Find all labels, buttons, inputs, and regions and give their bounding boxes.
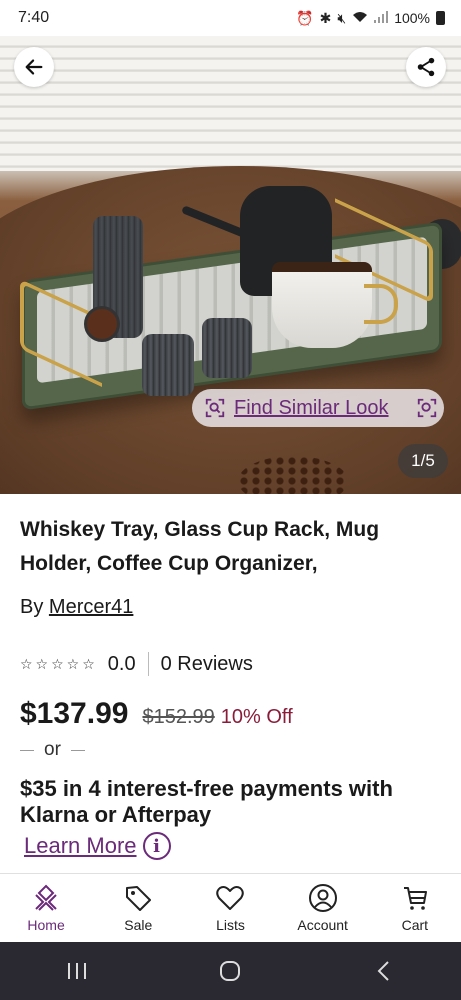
find-similar-label: Find Similar Look — [234, 396, 389, 419]
visual-search-icon — [205, 398, 225, 418]
tab-label: Home — [27, 917, 65, 933]
back-button[interactable] — [14, 47, 54, 87]
tab-label: Sale — [124, 917, 153, 933]
status-bar: 7:40 ⏰ ✱ 🔇︎ 100% — [0, 0, 461, 36]
home-icon — [35, 884, 57, 911]
tab-cart[interactable]: Cart — [369, 883, 461, 933]
home-nav-button[interactable] — [200, 951, 260, 991]
wifi-icon — [352, 10, 368, 26]
learn-more-label[interactable]: Learn More — [24, 833, 137, 859]
tab-account[interactable]: Account — [277, 883, 369, 933]
discount-label: 10% Off — [220, 706, 293, 728]
image-counter: 1/5 — [398, 444, 448, 478]
bottom-tab-bar: Home Sale Lists Account Cart — [0, 873, 461, 942]
or-label: or — [44, 739, 61, 760]
heart-icon — [216, 886, 245, 910]
info-icon[interactable]: i — [142, 832, 171, 860]
tag-icon — [126, 886, 152, 911]
tab-sale[interactable]: Sale — [92, 883, 184, 933]
tab-label: Account — [297, 917, 348, 933]
battery-icon — [436, 11, 445, 25]
rating-value: 0.0 — [107, 652, 136, 675]
visual-search-icon — [417, 398, 437, 418]
account-icon — [308, 884, 337, 912]
share-button[interactable] — [406, 47, 446, 87]
find-similar-look-button[interactable]: Find Similar Look — [192, 389, 444, 427]
bluetooth-icon: ✱ — [319, 9, 332, 26]
arrow-left-icon — [25, 59, 43, 75]
original-price: $152.99 — [142, 706, 215, 728]
status-icons: ⏰ ✱ 🔇︎ 100% — [296, 10, 445, 27]
cup-handle — [364, 284, 398, 324]
product-title: Whiskey Tray, Glass Cup Rack, Mug Holder… — [20, 518, 380, 575]
window-blinds-background — [0, 36, 461, 171]
sale-price: $137.99 — [20, 697, 129, 730]
canister — [202, 318, 252, 378]
status-time: 7:40 — [18, 9, 50, 26]
recent-apps-button[interactable] — [47, 951, 107, 991]
star-rating-icon: ☆☆☆☆☆ — [20, 655, 98, 672]
divider — [20, 749, 34, 751]
cart-icon — [403, 887, 427, 910]
share-icon — [417, 57, 435, 77]
price-row: $137.99 $152.99 10% Off — [20, 697, 293, 731]
coffee-cup — [272, 262, 372, 348]
tab-lists[interactable]: Lists — [184, 883, 276, 933]
rating-row[interactable]: ☆☆☆☆☆ 0.0 0 Reviews — [20, 652, 253, 676]
installment-payments-text: $35 in 4 interest-free payments with Kla… — [20, 776, 393, 827]
canister — [142, 334, 194, 396]
back-nav-button[interactable] — [354, 951, 414, 991]
divider — [147, 652, 149, 676]
by-prefix: By — [20, 596, 44, 618]
grinder-knob — [84, 306, 120, 342]
mute-icon: 🔇︎ — [337, 9, 347, 26]
system-nav-bar — [0, 942, 461, 1000]
alarm-icon: ⏰ — [296, 9, 314, 26]
seller-link[interactable]: Mercer41 — [49, 596, 133, 618]
chevron-left-icon — [377, 961, 389, 981]
tab-home[interactable]: Home — [0, 883, 92, 933]
battery-percent: 100% — [394, 10, 430, 26]
seller-byline: By Mercer41 — [20, 596, 133, 619]
reviews-count[interactable]: 0 Reviews — [161, 653, 253, 676]
signal-icon — [374, 10, 389, 26]
tab-label: Lists — [216, 917, 245, 933]
divider — [70, 749, 85, 751]
learn-more-link[interactable]: Learn More i — [24, 832, 171, 860]
recent-apps-icon — [67, 963, 86, 979]
or-divider: or — [20, 739, 85, 761]
tab-label: Cart — [401, 917, 429, 933]
home-circle-icon — [220, 961, 241, 981]
